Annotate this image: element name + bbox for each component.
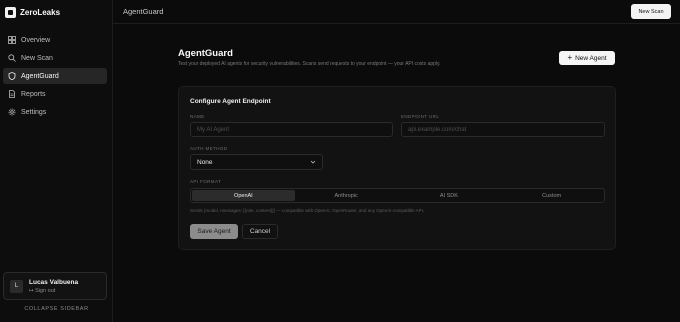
sidebar-item-settings[interactable]: Settings — [3, 104, 107, 120]
sign-out-label: Sign out — [35, 287, 56, 294]
chevron-down-icon — [310, 159, 316, 165]
sidebar-item-label: Settings — [21, 108, 47, 116]
format-option-anthropic[interactable]: Anthropic — [295, 190, 398, 201]
grid-icon — [8, 36, 16, 44]
auth-method-select[interactable]: None — [190, 154, 323, 170]
new-scan-button[interactable]: New Scan — [631, 4, 671, 19]
endpoint-url-input[interactable]: api.example.com/chat — [401, 122, 605, 137]
sidebar-item-label: Reports — [21, 90, 46, 98]
sidebar-item-label: Overview — [21, 36, 51, 44]
api-format-label: API FORMAT — [190, 179, 222, 184]
configure-agent-card: Configure Agent Endpoint NAME My AI Agen… — [178, 86, 616, 250]
page-subtitle: Test your deployed AI agents for securit… — [178, 61, 441, 67]
app-root: ZeroLeaks Overview New Scan AgentGuard R… — [0, 0, 680, 322]
sidebar-item-overview[interactable]: Overview — [3, 32, 107, 48]
format-option-custom[interactable]: Custom — [500, 190, 603, 201]
avatar: L — [10, 279, 23, 293]
sidebar-item-agentguard[interactable]: AgentGuard — [3, 68, 107, 84]
gear-icon — [8, 108, 16, 116]
sidebar-item-label: New Scan — [21, 54, 53, 62]
sidebar-item-label: AgentGuard — [21, 72, 59, 80]
logo-icon — [5, 6, 16, 18]
user-card[interactable]: L Lucas Valbuena ↦ Sign out — [3, 272, 107, 300]
sidebar-item-new-scan[interactable]: New Scan — [3, 50, 107, 66]
api-format-hint: Sends {model, messages: [{role, content}… — [190, 208, 425, 213]
topbar-title: AgentGuard — [123, 7, 164, 16]
save-agent-button[interactable]: Save Agent — [190, 224, 238, 239]
shield-icon — [8, 72, 16, 80]
sidebar: ZeroLeaks Overview New Scan AgentGuard R… — [0, 0, 113, 322]
search-icon — [8, 54, 16, 62]
new-agent-button[interactable]: + New Agent — [559, 51, 615, 65]
sidebar-nav: Overview New Scan AgentGuard Reports Set… — [3, 32, 107, 122]
topbar: AgentGuard New Scan — [113, 0, 680, 24]
plus-icon: + — [567, 53, 573, 62]
brand-name: ZeroLeaks — [20, 7, 61, 17]
user-name: Lucas Valbuena — [29, 278, 79, 286]
sidebar-item-reports[interactable]: Reports — [3, 86, 107, 102]
new-agent-label: New Agent — [575, 54, 607, 62]
user-info: Lucas Valbuena ↦ Sign out — [29, 278, 78, 295]
collapse-sidebar-button[interactable]: COLLAPSE SIDEBAR — [0, 306, 113, 312]
endpoint-label: ENDPOINT URL — [401, 114, 440, 119]
page-title: AgentGuard — [178, 48, 233, 59]
auth-method-label: AUTH METHOD — [190, 146, 228, 151]
format-option-openai[interactable]: OpenAI — [192, 190, 295, 201]
brand[interactable]: ZeroLeaks — [5, 5, 60, 19]
auth-method-value: None — [197, 158, 213, 166]
name-input[interactable]: My AI Agent — [190, 122, 393, 137]
document-icon — [8, 90, 16, 98]
name-label: NAME — [190, 114, 205, 119]
api-format-selector: OpenAI Anthropic AI SDK Custom — [190, 188, 605, 203]
cancel-button[interactable]: Cancel — [242, 224, 278, 239]
format-option-ai-sdk[interactable]: AI SDK — [398, 190, 501, 201]
sign-out-link[interactable]: ↦ Sign out — [29, 287, 78, 295]
card-title: Configure Agent Endpoint — [190, 98, 271, 105]
